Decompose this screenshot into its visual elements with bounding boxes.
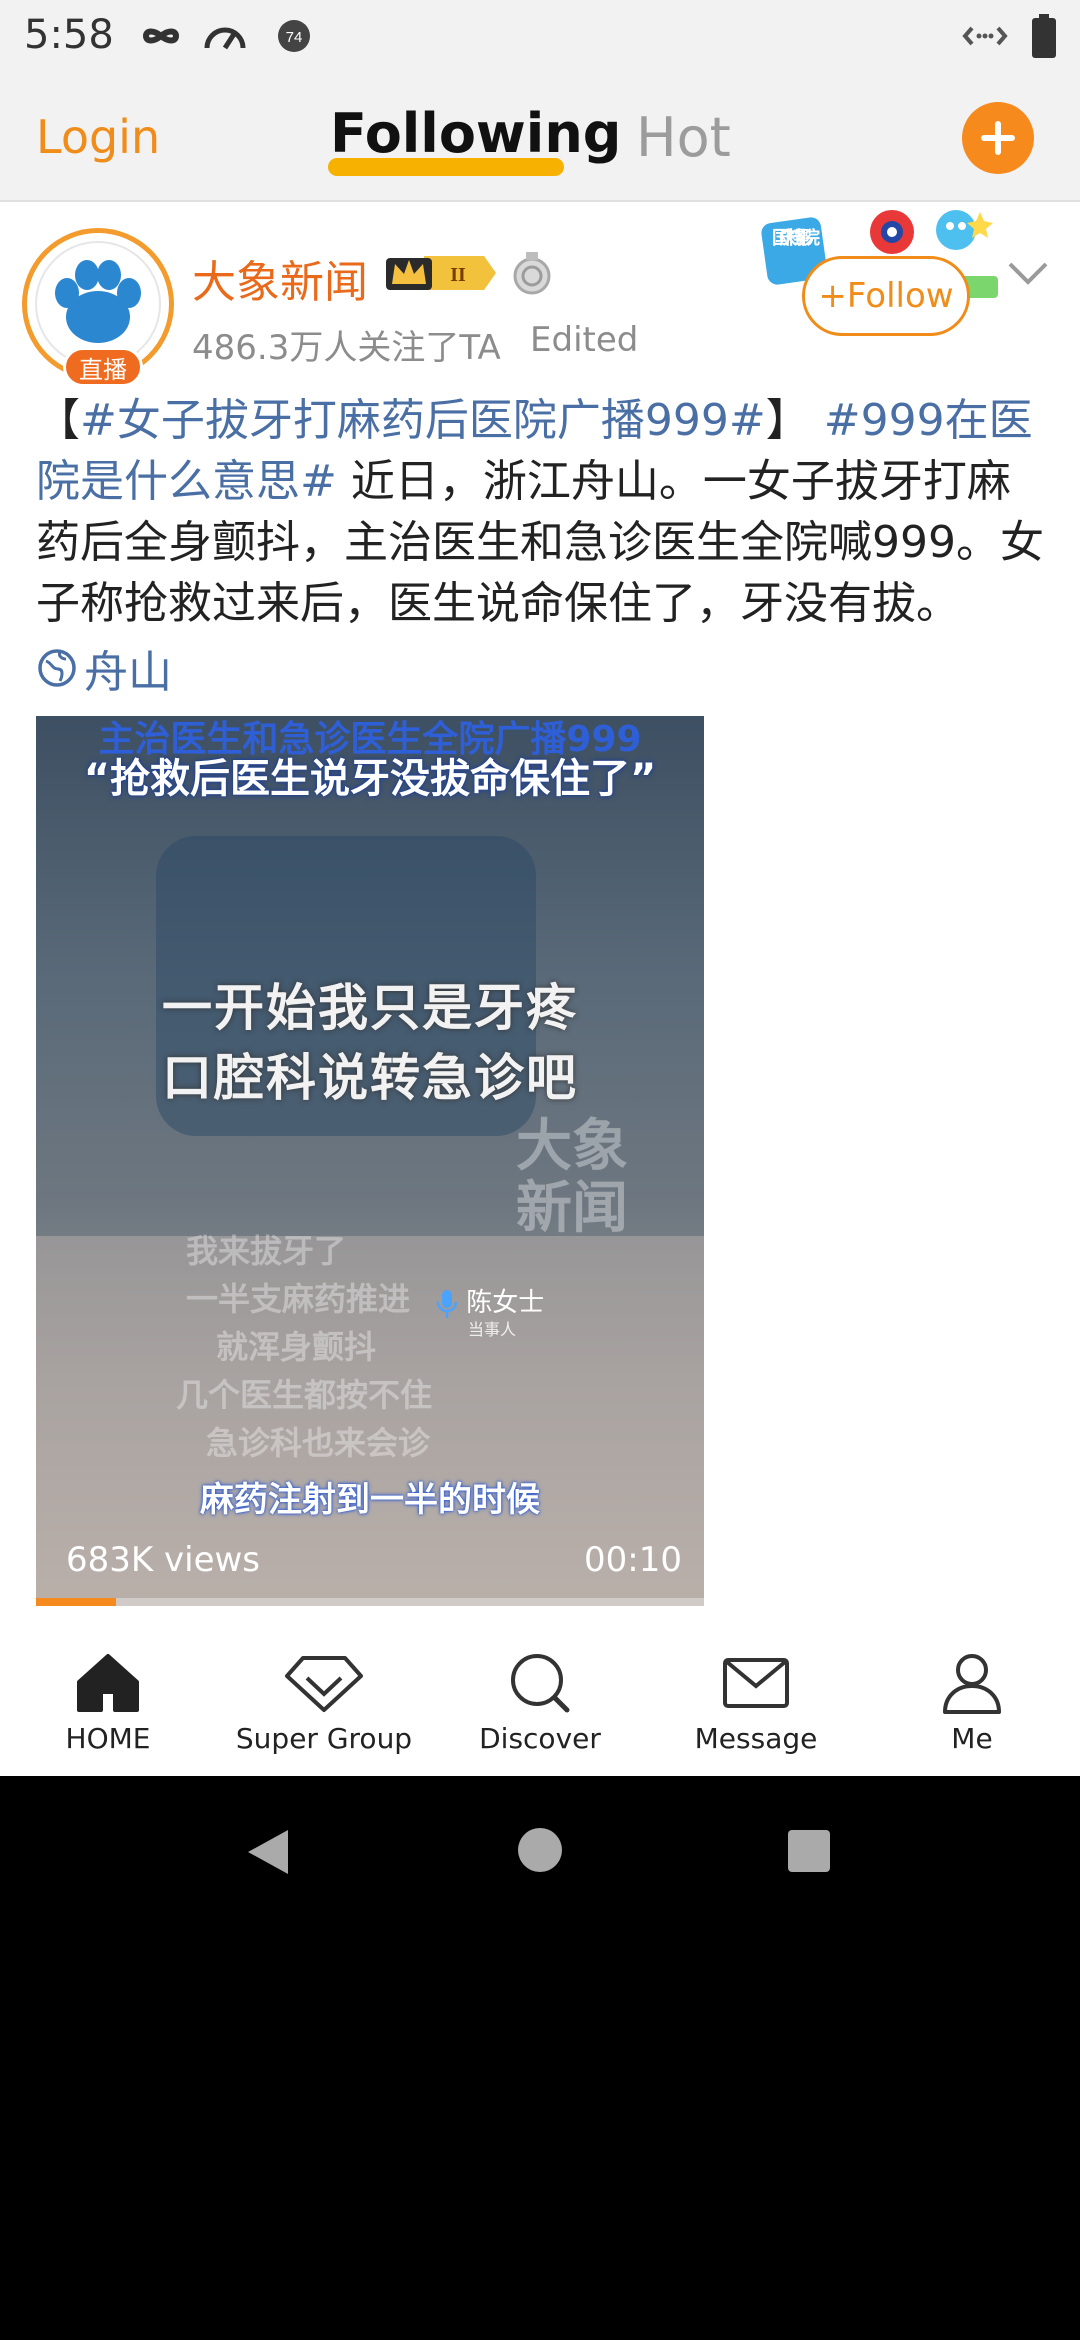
speaker-role: 当事人 bbox=[468, 1320, 517, 1339]
bottom-nav: HOME Super Group Discover Message Me bbox=[0, 1628, 1080, 1776]
mail-icon bbox=[723, 1658, 789, 1708]
video-duration: 00:10 bbox=[584, 1540, 682, 1580]
author-name[interactable]: 大象新闻 bbox=[192, 246, 368, 310]
compose-button[interactable] bbox=[962, 102, 1034, 174]
video-player[interactable]: 主治医生和急诊医生全院广播999 “抢救后医生说牙没拔命保住了” 一开始我只是牙… bbox=[36, 716, 704, 1606]
view-count: 683K views bbox=[66, 1540, 261, 1580]
speedometer-icon bbox=[202, 18, 248, 58]
microphone-icon bbox=[436, 1289, 458, 1318]
notification-badge-icon: 74 bbox=[276, 18, 312, 58]
back-icon[interactable] bbox=[242, 1826, 292, 1882]
vip-crown-badge: II bbox=[384, 250, 500, 300]
follow-label: Follow bbox=[846, 276, 954, 316]
battery-icon bbox=[1030, 14, 1058, 62]
location-label: 舟山 bbox=[84, 647, 172, 698]
video-watermark: 大象新闻 bbox=[516, 1114, 628, 1241]
nav-home[interactable]: HOME bbox=[0, 1652, 216, 1755]
video-caption-line2: 口腔科说转急诊吧 bbox=[162, 1049, 578, 1107]
diamond-icon bbox=[285, 1656, 363, 1712]
video-progress-fill bbox=[36, 1598, 117, 1606]
medal-icon bbox=[512, 252, 552, 300]
video-caption-quote: “抢救后医生说牙没拔命保住了” bbox=[83, 756, 657, 802]
nav-message[interactable]: Message bbox=[648, 1652, 864, 1755]
login-button[interactable]: Login bbox=[36, 110, 160, 164]
video-ghost-subtitle: 几个医生都按不住 bbox=[176, 1376, 433, 1414]
search-icon bbox=[511, 1654, 570, 1713]
video-subtitle: 麻药注射到一半的时候 bbox=[200, 1480, 540, 1520]
infinity-icon bbox=[140, 18, 182, 58]
speaker-name: 陈女士 bbox=[436, 1282, 544, 1320]
follower-count: 486.3万人关注了TA bbox=[192, 328, 501, 368]
video-ghost-subtitle: 一半支麻药推进 bbox=[186, 1280, 411, 1318]
hashtag-link[interactable]: #女子拔牙打麻药后医院广播999# bbox=[80, 395, 766, 446]
home-circle-icon[interactable] bbox=[516, 1826, 564, 1878]
video-progress-bar[interactable] bbox=[36, 1598, 704, 1606]
recents-icon[interactable] bbox=[786, 1828, 832, 1878]
status-time: 5:58 bbox=[24, 12, 114, 58]
author-avatar[interactable]: 直播 bbox=[22, 228, 174, 387]
tab-hot[interactable]: Hot bbox=[636, 106, 731, 169]
bracket-open: 【 bbox=[36, 395, 80, 446]
video-ghost-subtitle: 就浑身颤抖 bbox=[216, 1328, 377, 1366]
plus-icon: + bbox=[818, 276, 847, 316]
data-transfer-icon bbox=[962, 18, 1008, 58]
speaker-name-text: 陈女士 bbox=[466, 1288, 545, 1318]
video-ghost-subtitle: 我来拔牙了 bbox=[186, 1232, 347, 1270]
video-ghost-subtitle: 急诊科也来会诊 bbox=[206, 1424, 431, 1462]
follow-button[interactable]: +Follow bbox=[802, 256, 970, 336]
live-badge: 直播 bbox=[63, 347, 143, 387]
nav-me[interactable]: Me bbox=[864, 1652, 1080, 1755]
post-text: 【#女子拔牙打麻药后医院广播999#】 #999在医院是什么意思# 近日，浙江舟… bbox=[36, 390, 1046, 634]
nav-discover[interactable]: Discover bbox=[432, 1652, 648, 1755]
home-icon bbox=[77, 1654, 139, 1712]
svg-text:74: 74 bbox=[286, 29, 303, 46]
nav-message-label: Message bbox=[694, 1722, 818, 1755]
nav-super-group[interactable]: Super Group bbox=[216, 1652, 432, 1755]
person-icon bbox=[943, 1654, 1001, 1714]
svg-text:II: II bbox=[450, 264, 466, 286]
chevron-down-icon[interactable] bbox=[1006, 258, 1050, 292]
tab-following[interactable]: Following bbox=[330, 102, 621, 165]
nav-home-label: HOME bbox=[65, 1722, 151, 1755]
nav-super-group-label: Super Group bbox=[235, 1722, 413, 1755]
video-caption-line1: 一开始我只是牙疼 bbox=[162, 979, 578, 1037]
top-nav: Login Following Hot bbox=[0, 72, 1080, 202]
status-bar: 5:58 74 bbox=[0, 0, 1080, 72]
app-screen: 5:58 74 Login Following Hot 直播 大象新闻 II 4… bbox=[0, 0, 1080, 1776]
nav-me-label: Me bbox=[951, 1722, 993, 1755]
globe-icon bbox=[38, 649, 76, 687]
svg-text:国庆档影院: 国庆档影院 bbox=[772, 227, 820, 249]
system-nav-bar bbox=[0, 1776, 1080, 1926]
nav-discover-label: Discover bbox=[479, 1722, 601, 1755]
edited-label: Edited bbox=[530, 320, 639, 360]
plus-icon bbox=[981, 121, 1015, 155]
paw-logo-icon bbox=[55, 260, 141, 343]
location-link[interactable]: 舟山 bbox=[36, 636, 172, 700]
bracket-close: 】 bbox=[765, 395, 810, 446]
